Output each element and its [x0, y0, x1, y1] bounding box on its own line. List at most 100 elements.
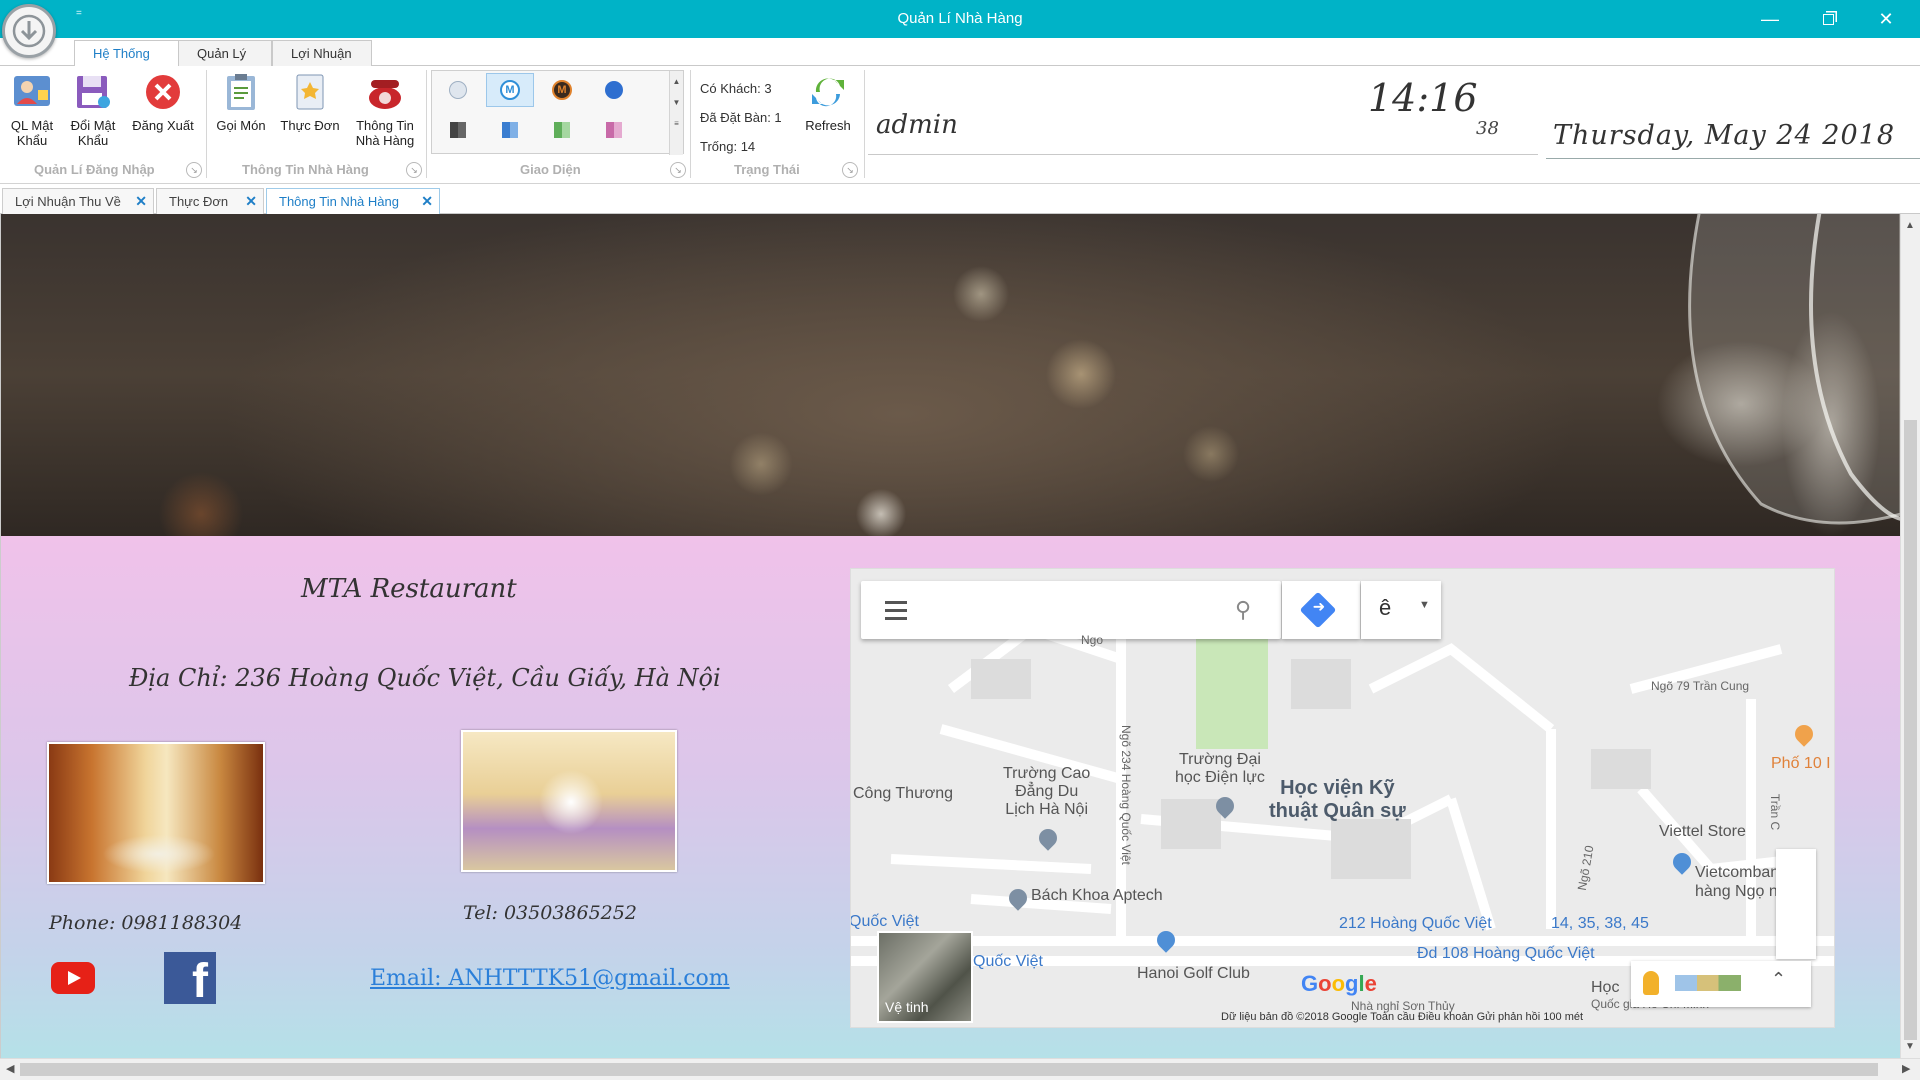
theme-option[interactable]	[538, 113, 586, 147]
theme-option[interactable]	[590, 113, 638, 147]
facebook-icon[interactable]: f	[164, 952, 216, 1004]
doc-tab-thuc-don[interactable]: Thực Đơn ✕	[156, 188, 264, 214]
app-menu-button[interactable]	[2, 4, 56, 58]
document-tab-bar: Lợi Nhuận Thu Về ✕ Thực Đơn ✕ Thông Tin …	[0, 185, 1920, 214]
current-user: admin	[876, 110, 958, 140]
restaurant-name: MTA Restaurant	[301, 574, 517, 604]
theme-gallery[interactable]: M M ▲ ▼ ≡	[431, 70, 684, 155]
google-map[interactable]: ⚲ ê▼ Công Thương Trường Cao Đẳng Du Lịch…	[850, 568, 1835, 1028]
thong-tin-nha-hang-button[interactable]: Thông Tin Nhà Hàng	[350, 70, 420, 148]
facebook-glyph: f	[192, 955, 208, 1004]
theme-option[interactable]	[434, 73, 482, 107]
quick-access-toolbar[interactable]: =	[76, 8, 82, 19]
doi-mat-khau-button[interactable]: Đổi Mật Khẩu	[66, 70, 120, 148]
map-layers-icon[interactable]	[1675, 975, 1741, 991]
map-label: Trần C	[1768, 793, 1783, 831]
map-label-hoc-vien: Học viện Kỹ thuật Quân sự	[1269, 777, 1406, 822]
scroll-thumb[interactable]	[1904, 420, 1917, 1040]
map-label: Học	[1591, 979, 1620, 996]
map-language-select[interactable]: ê ▼	[1361, 581, 1441, 639]
theme-option[interactable]	[434, 113, 482, 147]
goi-mon-button[interactable]: Gọi Món	[212, 70, 270, 133]
youtube-icon[interactable]	[51, 962, 95, 994]
current-date: Thursday, May 24 2018	[1553, 120, 1895, 151]
green-grid-icon	[554, 122, 570, 138]
map-search-box[interactable]: ⚲	[861, 581, 1281, 639]
ribbon: QL Mật Khẩu Đổi Mật Khẩu Đăng Xuất Gọi M…	[0, 66, 1920, 184]
vertical-scrollbar[interactable]: ▲ ▼	[1900, 214, 1920, 1058]
theme-option[interactable]: M	[538, 73, 586, 107]
minimize-button[interactable]: —	[1742, 0, 1798, 38]
map-tools-panel[interactable]: ⌃	[1631, 961, 1811, 1007]
blue-grid-icon	[502, 122, 518, 138]
group-divider	[206, 70, 207, 178]
doc-tab-label: Thông Tin Nhà Hàng	[279, 194, 399, 209]
tab-quan-ly[interactable]: Quản Lý	[178, 40, 272, 66]
map-attribution[interactable]: Dữ liệu bản đồ ©2018 Google Toàn cầu Điề…	[1221, 1011, 1583, 1023]
refresh-label: Refresh	[805, 118, 851, 133]
email-link[interactable]: Email: ANHTTTK51@gmail.com	[370, 966, 730, 991]
thuc-don-button[interactable]: Thực Đơn	[278, 70, 342, 133]
group-label-giao-dien: Giao Diện	[520, 162, 581, 177]
close-tab-icon[interactable]: ✕	[135, 189, 147, 214]
directions-icon	[1299, 591, 1337, 629]
menu-book-icon	[288, 70, 332, 114]
map-label: Ngõ 234 Hoàng Quốc Việt	[1119, 725, 1133, 865]
hamburger-menu-icon[interactable]	[885, 601, 907, 625]
scroll-thumb[interactable]	[20, 1063, 1878, 1076]
theme-option[interactable]	[486, 113, 534, 147]
thuc-don-label: Thực Đơn	[280, 118, 340, 133]
theme-option[interactable]	[590, 73, 638, 107]
group-launcher-icon[interactable]: ↘	[186, 162, 202, 178]
doc-tab-thong-tin[interactable]: Thông Tin Nhà Hàng ✕	[266, 188, 440, 214]
ql-mat-khau-button[interactable]: QL Mật Khẩu	[6, 70, 58, 148]
map-zoom-control[interactable]	[1776, 849, 1816, 959]
close-tab-icon[interactable]: ✕	[245, 189, 257, 214]
table-status: Có Khách: 3 Đã Đặt Bàn: 1 Trống: 14	[700, 74, 782, 161]
close-button[interactable]: ✕	[1858, 0, 1914, 38]
street-view-pegman-icon[interactable]	[1643, 971, 1659, 995]
pink-grid-icon	[606, 122, 622, 138]
horizontal-scrollbar[interactable]: ◀ ▶	[0, 1058, 1920, 1080]
restaurant-info-page: MTA Restaurant Địa Chỉ: 236 Hoàng Quốc V…	[0, 214, 1900, 1058]
group-divider	[690, 70, 691, 178]
map-label: Trường Cao Đẳng Du Lịch Hà Nội	[1003, 765, 1091, 818]
office-theme-icon: M	[552, 80, 572, 100]
doi-mat-khau-label: Đổi Mật Khẩu	[70, 118, 116, 148]
map-label: Viettel Store	[1659, 823, 1746, 840]
satellite-toggle[interactable]: Vệ tinh	[877, 931, 973, 1023]
group-launcher-icon[interactable]: ↘	[406, 162, 422, 178]
doc-tab-loi-nhuan[interactable]: Lợi Nhuận Thu Về ✕	[2, 188, 154, 214]
close-tab-icon[interactable]: ✕	[421, 189, 433, 214]
map-label: Hanoi Golf Club	[1137, 965, 1250, 982]
phone-number: Phone: 0981188304	[49, 912, 243, 934]
scroll-up-icon[interactable]: ▲	[1905, 220, 1915, 231]
map-label: Quốc Việt	[850, 913, 919, 930]
doc-tab-label: Lợi Nhuận Thu Về	[15, 194, 121, 209]
user-key-icon	[10, 70, 54, 114]
tab-he-thong[interactable]: Hệ Thống	[74, 40, 180, 67]
restore-button[interactable]	[1800, 0, 1856, 38]
window-title: Quản Lí Nhà Hàng	[897, 10, 1023, 27]
map-label: Phố 10 I	[1771, 755, 1831, 772]
theme-option-selected[interactable]: M	[486, 73, 534, 107]
scroll-right-icon[interactable]: ▶	[1902, 1062, 1910, 1075]
dang-xuat-label: Đăng Xuất	[132, 118, 194, 133]
chevron-up-icon[interactable]: ⌃	[1771, 969, 1786, 990]
scroll-left-icon[interactable]: ◀	[6, 1062, 14, 1075]
scroll-down-icon[interactable]: ▼	[1905, 1041, 1915, 1052]
group-launcher-icon[interactable]: ↘	[670, 162, 686, 178]
gallery-scroll[interactable]: ▲ ▼ ≡	[669, 71, 683, 155]
search-icon[interactable]: ⚲	[1235, 597, 1251, 623]
telephone-icon	[363, 70, 407, 114]
refresh-button[interactable]: Refresh	[798, 70, 858, 133]
directions-button[interactable]	[1282, 581, 1360, 639]
map-label: Trường Đại học Điện lực	[1175, 751, 1265, 786]
wine-glass-image	[1688, 214, 1900, 525]
save-disk-icon	[71, 70, 115, 114]
map-label: Đd 108 Hoàng Quốc Việt	[1417, 945, 1595, 962]
dark-grid-icon	[450, 122, 466, 138]
dang-xuat-button[interactable]: Đăng Xuất	[128, 70, 198, 133]
group-launcher-icon[interactable]: ↘	[842, 162, 858, 178]
tab-loi-nhuan[interactable]: Lợi Nhuận	[272, 40, 372, 66]
